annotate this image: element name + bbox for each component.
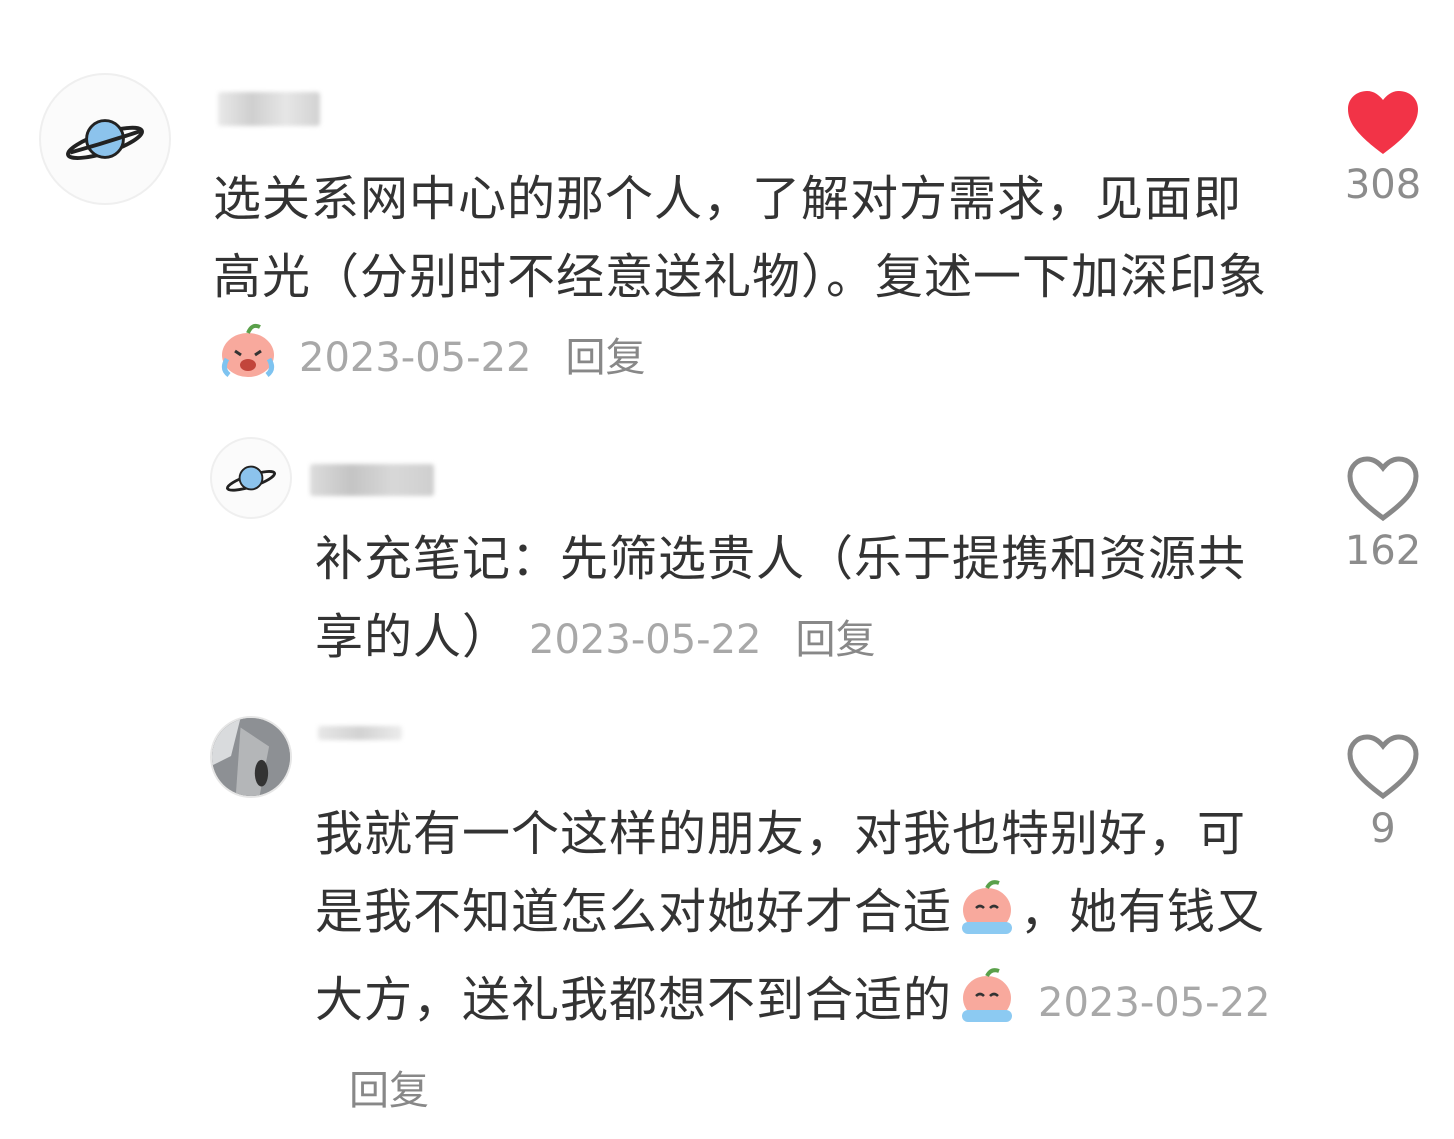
photo-avatar-icon [212,718,290,796]
like-count: 162 [1344,528,1422,574]
comment-content: 选关系网中心的那个人，了解对方需求，见面即高光（分别时不经意送礼物）。复述一下加… [213,171,1268,305]
like-count: 9 [1370,806,1396,852]
reply-button[interactable]: 回复 [795,617,875,663]
crying-peach-emoji-icon [954,878,1020,961]
reply-button[interactable]: 回复 [565,335,645,381]
comment-text: 选关系网中心的那个人，了解对方需求，见面即高光（分别时不经意送礼物）。复述一下加… [213,160,1283,404]
avatar[interactable] [39,73,171,205]
comment-text: 补充笔记：先筛选贵人（乐于提携和资源共享的人） 2023-05-22 回复 [315,520,1275,679]
username-blurred[interactable] [310,464,434,496]
username-blurred[interactable] [318,726,402,740]
comment-content: 补充笔记：先筛选贵人（乐于提携和资源共享的人） [315,531,1247,665]
avatar[interactable] [210,437,292,519]
heart-outline-icon [1347,734,1419,800]
avatar[interactable] [210,716,292,798]
heart-outline-icon [1347,456,1419,522]
comment-date: 2023-05-22 [1038,980,1271,1026]
crying-peach-emoji-icon [215,321,281,404]
username-blurred[interactable] [218,92,320,126]
comment-text: 我就有一个这样的朋友，对我也特别好，可是我不知道怎么对她好才合适 ，她有钱又大方… [315,795,1275,1130]
like-button[interactable]: 9 [1338,734,1428,852]
like-button[interactable]: 308 [1338,90,1428,208]
reply-button[interactable]: 回复 [349,1068,429,1114]
crying-peach-emoji-icon [954,966,1020,1049]
like-count: 308 [1344,162,1422,208]
planet-icon [66,119,144,160]
like-button[interactable]: 162 [1338,456,1428,574]
heart-filled-icon [1348,91,1418,154]
comment-date: 2023-05-22 [529,617,762,663]
planet-icon [225,465,277,492]
comment-date: 2023-05-22 [299,335,532,381]
